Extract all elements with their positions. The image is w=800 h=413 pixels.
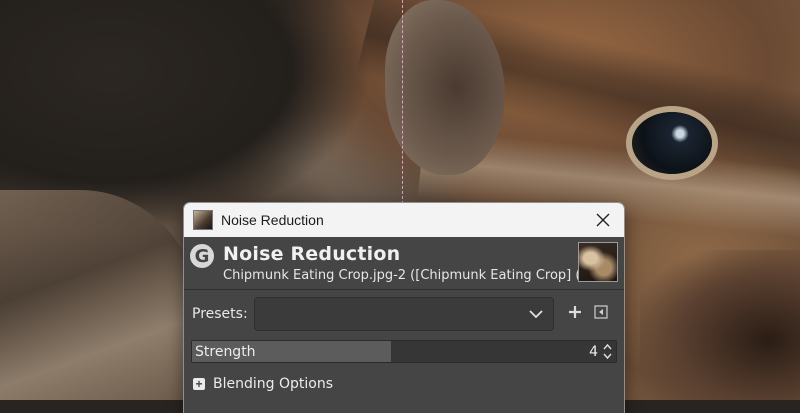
photo-whiskers [640, 250, 800, 400]
blending-options-label: Blending Options [213, 376, 333, 392]
image-source-label: Chipmunk Eating Crop.jpg-2 ([Chipmunk Ea… [223, 268, 610, 283]
presets-label: Presets: [192, 306, 248, 322]
expand-plus-icon: + [193, 378, 205, 390]
window-app-icon [193, 210, 213, 230]
chevron-down-icon [529, 310, 543, 319]
presets-dropdown[interactable] [254, 297, 554, 331]
image-thumbnail-icon [578, 242, 618, 282]
blending-options-expander[interactable]: + Blending Options [193, 374, 333, 394]
strength-value[interactable]: 4 [589, 344, 598, 360]
manage-presets-icon[interactable] [594, 305, 608, 319]
window-title: Noise Reduction [221, 212, 324, 228]
dialog-header: G Noise Reduction Chipmunk Eating Crop.j… [184, 237, 624, 289]
gimp-logo-icon: G [190, 244, 214, 268]
photo-eye [632, 112, 712, 174]
strength-slider[interactable]: Strength 4 [191, 340, 617, 363]
dialog-titlebar[interactable]: Noise Reduction [184, 203, 624, 237]
noise-reduction-dialog: Noise Reduction G Noise Reduction Chipmu… [184, 203, 624, 413]
plus-icon[interactable] [567, 304, 583, 320]
dialog-heading: Noise Reduction [223, 243, 401, 265]
presets-row: Presets: [184, 290, 624, 338]
spin-up-down-icon[interactable] [602, 343, 613, 360]
strength-label: Strength [195, 344, 256, 360]
close-icon[interactable] [588, 206, 618, 234]
